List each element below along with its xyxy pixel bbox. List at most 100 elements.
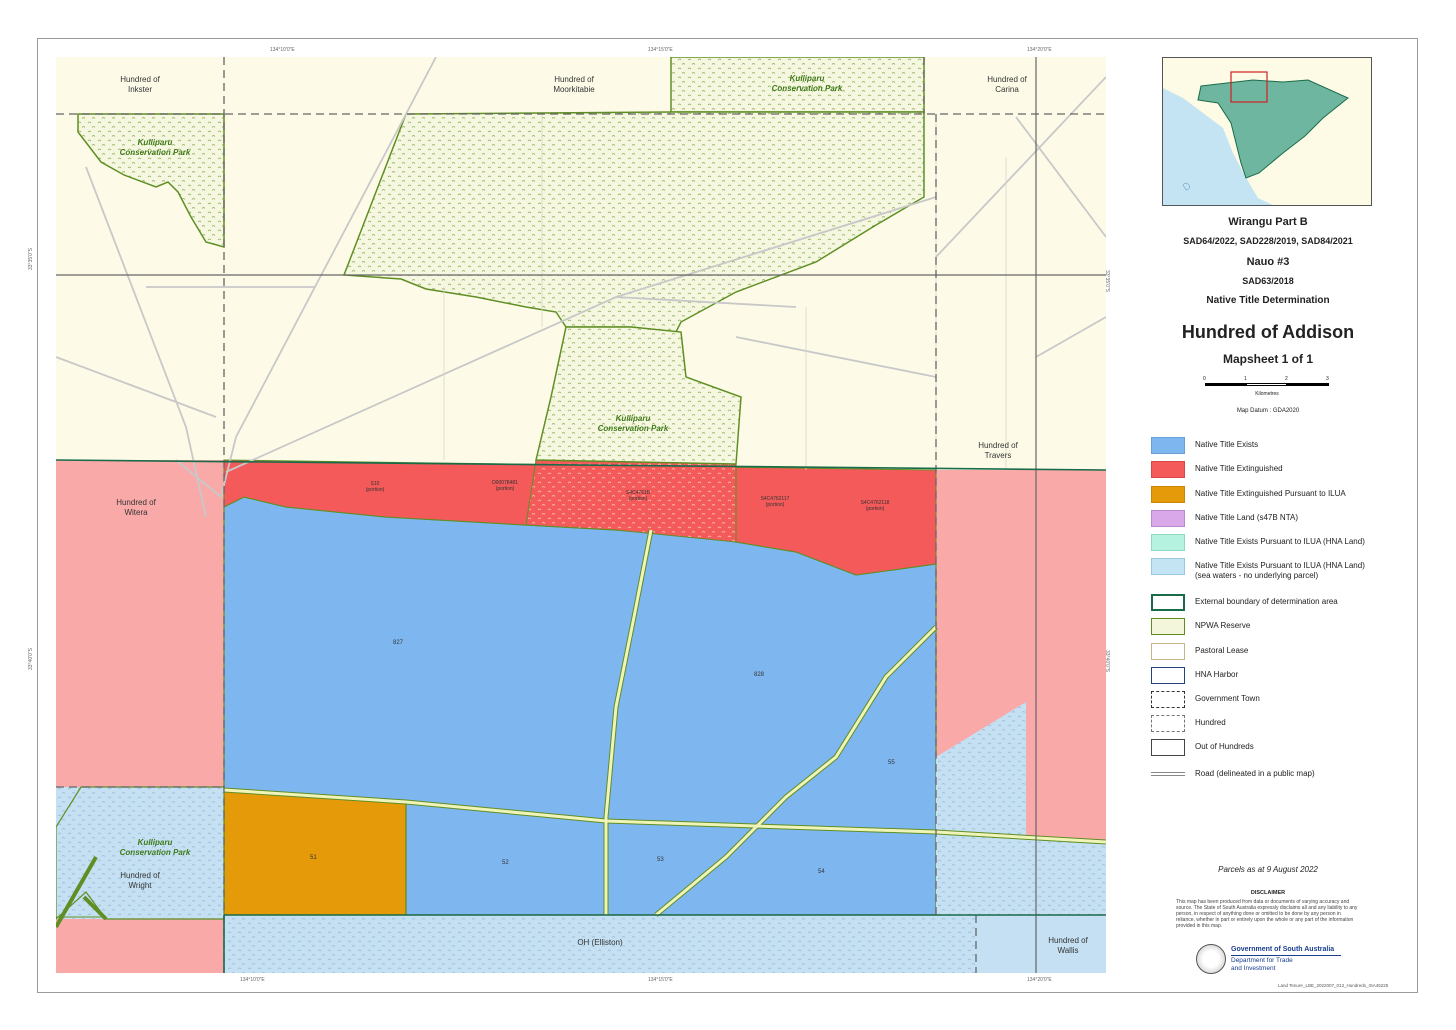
scale-unit: Kilometres xyxy=(1255,391,1279,397)
legend-item: Native Title Extinguished Pursuant to IL… xyxy=(1151,486,1431,506)
legend-label: Native Title Exists Pursuant to ILUA (HN… xyxy=(1195,537,1365,546)
parcel-label-52: 52 xyxy=(502,860,509,866)
tick-bottom-mid: 134°15'0"E xyxy=(648,977,673,983)
scale-tick-3: 3 xyxy=(1326,376,1329,382)
label-conservation-park-main: Kulliparu Conservation Park xyxy=(597,414,669,433)
legend-swatch xyxy=(1151,558,1185,575)
gov-underline xyxy=(1231,955,1341,956)
parcel-label-mid3: S4C4762117 (portion) xyxy=(760,496,790,508)
legend-label: Native Title Exists Pursuant to ILUA (HN… xyxy=(1195,561,1365,580)
legend-label: HNA Harbor xyxy=(1195,670,1239,679)
parcel-51 xyxy=(223,789,407,916)
tick-bottom-left: 134°10'0"E xyxy=(240,977,265,983)
gov-name: Government of South Australia xyxy=(1231,946,1335,953)
label-hundred-carina: Hundred of Carina xyxy=(987,75,1027,94)
label-hundred-travers: Hundred of Travers xyxy=(978,441,1018,460)
scale-tick-2: 2 xyxy=(1285,376,1288,382)
label-conservation-park-nw: Kulliparu Conservation Park xyxy=(119,138,191,157)
legend-swatch xyxy=(1151,534,1185,551)
legend-swatch xyxy=(1151,667,1185,684)
legend-swatch xyxy=(1151,510,1185,527)
tick-bottom-right: 134°20'0"E xyxy=(1027,977,1052,983)
title-wirangu: Wirangu Part B xyxy=(1228,216,1308,228)
footer-reference: Land Tenure_LBE_2022007_013_Hundreds_ISA… xyxy=(1278,983,1389,988)
disclaimer-title: DISCLAIMER xyxy=(1250,890,1286,896)
tick-top-right: 134°20'0"E xyxy=(1027,47,1052,53)
legend-label: Native Title Extinguished Pursuant to IL… xyxy=(1195,489,1346,498)
label-town-elliston: OH (Elliston) xyxy=(577,938,623,947)
legend-label: Pastoral Lease xyxy=(1195,646,1249,655)
parcel-label-828: 828 xyxy=(754,672,765,678)
legend-label: Native Title Land (s47B NTA) xyxy=(1195,513,1299,522)
legend-label: Out of Hundreds xyxy=(1195,742,1254,751)
disclaimer-text: This map has been produced from data or … xyxy=(1176,899,1358,929)
legend-label: Hundred xyxy=(1195,718,1226,727)
legend-item: External boundary of determination area xyxy=(1151,594,1431,614)
legend-item: Native Title Exists xyxy=(1151,437,1431,457)
legend-swatch xyxy=(1151,643,1185,660)
title-nauo: Nauo #3 xyxy=(1246,256,1290,268)
legend-item: NPWA Reserve xyxy=(1151,618,1431,638)
legend-item: Road (delineated in a public map) xyxy=(1151,766,1431,786)
native-title-extinguished-sw xyxy=(56,919,224,973)
label-hundred-witera: Hundred of Witera xyxy=(116,498,156,517)
legend-swatch xyxy=(1151,691,1185,708)
scale-tick-0: 0 xyxy=(1203,376,1206,382)
title-nauo-ref: SAD63/2018 xyxy=(1242,276,1294,286)
legend-item: Native Title Land (s47B NTA) xyxy=(1151,510,1431,530)
tick-right-bottom: 33°40'0"S xyxy=(1104,650,1110,672)
parcel-label-827: 827 xyxy=(393,640,404,646)
tick-top-mid: 134°15'0"E xyxy=(648,47,673,53)
legend-label: Native Title Exists xyxy=(1195,440,1259,449)
page-title: Hundred of Addison xyxy=(1181,322,1355,342)
legend-item: Government Town xyxy=(1151,691,1431,711)
title-wirangu-refs: SAD64/2022, SAD228/2019, SAD84/2021 xyxy=(1183,236,1353,246)
mapsheet-label: Mapsheet 1 of 1 xyxy=(1222,352,1314,366)
parcel-label-55: 55 xyxy=(888,760,895,766)
label-conservation-park-top: Kulliparu Conservation Park xyxy=(771,74,843,93)
parcel-label-s10: S10 (portion) xyxy=(365,481,385,493)
legend-item: Native Title Extinguished xyxy=(1151,461,1431,481)
gov-logo xyxy=(1196,944,1226,974)
tick-top-left: 134°10'0"E xyxy=(270,47,295,53)
map-canvas[interactable] xyxy=(56,57,1106,973)
gov-department: Department for Trade and Investment xyxy=(1231,957,1293,972)
legend-swatch xyxy=(1151,772,1185,776)
legend-swatch xyxy=(1151,739,1185,756)
legend-swatch xyxy=(1151,715,1185,732)
map-datum: Map Datum : GDA2020 xyxy=(1236,408,1300,414)
tick-left-bottom: 33°40'0"S xyxy=(28,648,34,670)
parcel-label-54: 54 xyxy=(818,869,825,875)
legend-item: Pastoral Lease xyxy=(1151,643,1431,663)
parcel-label-mid1: D00078481 (portion) xyxy=(492,480,518,492)
legend-swatch xyxy=(1151,461,1185,478)
legend-swatch xyxy=(1151,618,1185,635)
parcel-label-53: 53 xyxy=(657,857,664,863)
locator-inset-map xyxy=(1162,57,1372,206)
legend-swatch xyxy=(1151,486,1185,503)
legend-swatch xyxy=(1151,594,1185,611)
legend-item: Out of Hundreds xyxy=(1151,739,1431,759)
label-hundred-wallis: Hundred of Wallis xyxy=(1048,936,1088,955)
hna-sea-south xyxy=(224,915,1106,973)
parcels-date-note: Parcels as at 9 August 2022 xyxy=(1218,865,1318,874)
parcel-label-mid4: S4C4762118 (portion) xyxy=(860,500,890,512)
label-hundred-moorkitabie: Hundred of Moorkitabie xyxy=(553,75,595,94)
legend-label: External boundary of determination area xyxy=(1195,597,1338,606)
legend-item: HNA Harbor xyxy=(1151,667,1431,687)
legend-item: Native Title Exists Pursuant to ILUA (HN… xyxy=(1151,534,1431,554)
parcel-label-mid2: S4C4761B (portion) xyxy=(625,490,651,502)
title-determination: Native Title Determination xyxy=(1206,295,1330,306)
scale-tick-1: 1 xyxy=(1244,376,1247,382)
legend-item: Hundred xyxy=(1151,715,1431,735)
label-hundred-wright: Hundred of Wright xyxy=(120,871,160,890)
tick-left-top: 33°35'0"S xyxy=(28,248,34,270)
label-conservation-park-sw: Kulliparu Conservation Park xyxy=(119,838,191,857)
scale-bar: 0 1 2 3 Kilometres xyxy=(1203,376,1329,406)
parcel-label-51: 51 xyxy=(310,855,317,861)
legend-label: Government Town xyxy=(1195,694,1260,703)
legend-swatch xyxy=(1151,437,1185,454)
legend-label: NPWA Reserve xyxy=(1195,621,1251,630)
legend-label: Road (delineated in a public map) xyxy=(1195,769,1315,778)
label-hundred-inkster: Hundred of Inkster xyxy=(120,75,160,94)
